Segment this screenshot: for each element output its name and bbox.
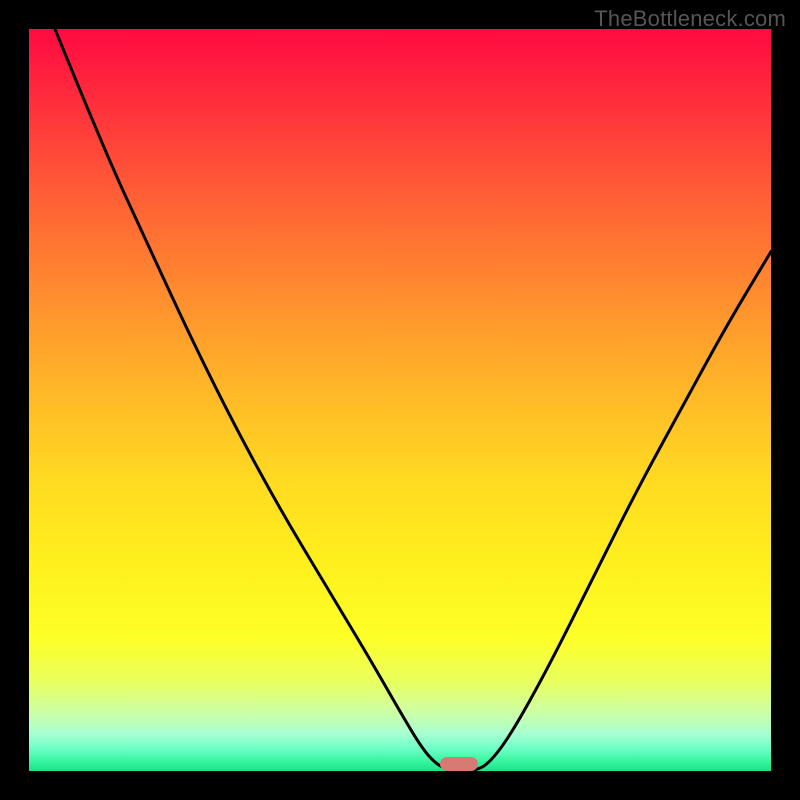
plot-area (29, 29, 771, 771)
bottleneck-curve (29, 29, 771, 771)
chart-frame: TheBottleneck.com (0, 0, 800, 800)
minimum-marker (440, 757, 478, 771)
watermark-text: TheBottleneck.com (594, 6, 786, 32)
